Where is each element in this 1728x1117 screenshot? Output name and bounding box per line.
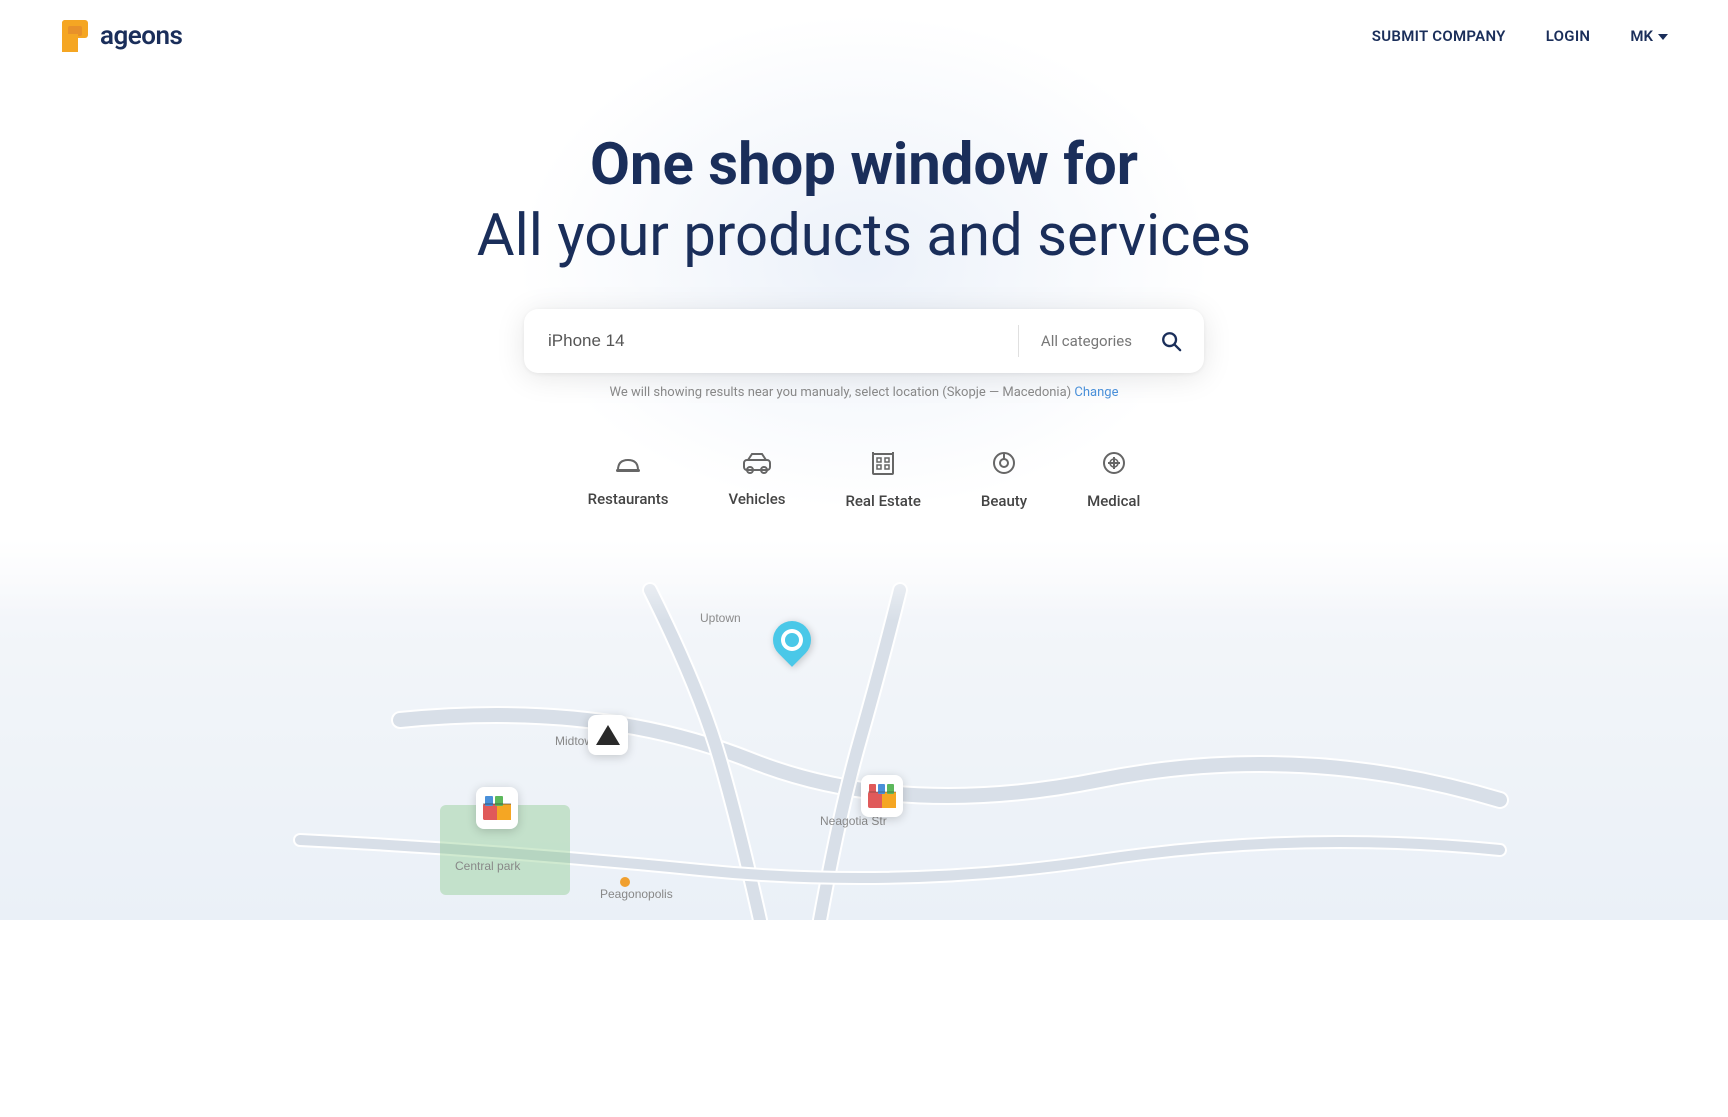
triangle-icon <box>596 725 620 745</box>
search-icon <box>1160 330 1182 352</box>
categories-bar: Restaurants Vehicles <box>588 450 1141 510</box>
vehicles-label: Vehicles <box>728 490 785 508</box>
nav-links: SUBMIT COMPANY LOGIN MK <box>1372 27 1668 45</box>
triangle-pin-bubble <box>588 715 628 755</box>
change-location-link[interactable]: Change <box>1074 385 1118 400</box>
search-box: All categories <box>524 309 1204 373</box>
category-restaurants[interactable]: Restaurants <box>588 452 669 508</box>
logo-icon <box>60 18 96 54</box>
store-pin-bubble-left <box>476 787 518 829</box>
search-divider <box>1018 325 1019 357</box>
category-medical[interactable]: Medical <box>1087 450 1140 510</box>
real-estate-icon <box>870 450 896 482</box>
store-pin-bubble-right <box>861 775 903 817</box>
medical-icon <box>1101 450 1127 482</box>
location-hint: We will showing results near you manualy… <box>524 385 1204 400</box>
map-pin-store-right[interactable] <box>861 775 903 817</box>
real-estate-label: Real Estate <box>845 492 920 510</box>
store-icon-left <box>483 796 511 820</box>
submit-company-link[interactable]: SUBMIT COMPANY <box>1372 27 1506 45</box>
search-button[interactable] <box>1154 324 1188 358</box>
search-container: All categories We will showing results n… <box>524 309 1204 400</box>
logo-text: ageons <box>100 21 182 51</box>
category-real-estate[interactable]: Real Estate <box>845 450 920 510</box>
restaurants-label: Restaurants <box>588 490 669 508</box>
map-section: Uptown Midtown Neagotia Str Central park… <box>0 540 1728 920</box>
category-beauty[interactable]: Beauty <box>981 450 1027 510</box>
store-icon-right <box>868 784 896 808</box>
navbar: ageons SUBMIT COMPANY LOGIN MK <box>0 0 1728 72</box>
map-pin-blue[interactable] <box>773 621 811 659</box>
map-pin-triangle[interactable] <box>588 715 628 755</box>
lang-label: MK <box>1630 27 1653 45</box>
search-input[interactable] <box>548 331 1006 351</box>
beauty-label: Beauty <box>981 492 1027 510</box>
category-vehicles[interactable]: Vehicles <box>728 452 785 508</box>
language-selector[interactable]: MK <box>1630 27 1668 45</box>
login-link[interactable]: LOGIN <box>1546 27 1591 45</box>
hero-title: One shop window for <box>590 132 1138 199</box>
medical-label: Medical <box>1087 492 1140 510</box>
map-pins <box>0 540 1728 920</box>
chevron-down-icon <box>1658 34 1668 40</box>
hero-subtitle: All your products and services <box>477 203 1251 270</box>
category-selector[interactable]: All categories <box>1031 332 1142 350</box>
restaurants-icon <box>614 452 642 480</box>
map-pin-store-left[interactable] <box>476 787 518 829</box>
vehicles-icon <box>742 452 772 480</box>
beauty-icon <box>991 450 1017 482</box>
hero-section: One shop window for All your products an… <box>0 72 1728 510</box>
logo[interactable]: ageons <box>60 18 182 54</box>
